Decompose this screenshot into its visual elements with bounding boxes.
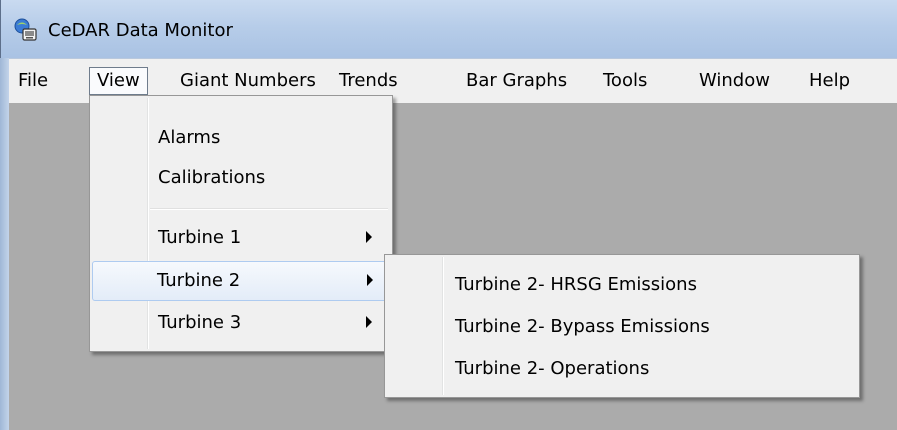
view-menu-item-alarms[interactable]: Alarms [92,118,390,158]
turbine-2-submenu: Turbine 2- HRSG Emissions Turbine 2- Byp… [384,254,860,398]
menu-file[interactable]: File [11,67,55,95]
view-menu-item-turbine-1[interactable]: Turbine 1 [92,218,390,258]
submenu-item-hrsg-emissions[interactable]: Turbine 2- HRSG Emissions [387,265,857,305]
menu-item-label: Turbine 2- Bypass Emissions [455,316,710,337]
menu-item-label: Turbine 2 [157,270,241,291]
menu-help[interactable]: Help [802,67,857,95]
view-menu-item-turbine-2[interactable]: Turbine 2 [92,261,390,301]
submenu-arrow-icon [367,274,373,286]
window-title: CeDAR Data Monitor [48,20,233,41]
menu-item-label: Turbine 2- HRSG Emissions [455,274,697,295]
view-menu-item-turbine-3[interactable]: Turbine 3 [92,303,390,343]
menu-item-label: Turbine 3 [158,312,242,333]
submenu-item-bypass-emissions[interactable]: Turbine 2- Bypass Emissions [387,307,857,347]
menu-view[interactable]: View [89,67,148,95]
cedar-app-icon [14,18,37,41]
menu-window[interactable]: Window [692,67,777,95]
menu-trends[interactable]: Trends [332,67,405,95]
view-menu-item-calibrations[interactable]: Calibrations [92,158,390,198]
app-window: CeDAR Data Monitor File View Giant Numbe… [0,0,897,430]
menu-tools[interactable]: Tools [596,67,654,95]
menu-item-label: Turbine 1 [158,227,242,248]
menu-bar-graphs[interactable]: Bar Graphs [459,67,574,95]
menu-item-label: Alarms [158,127,221,148]
title-bar[interactable]: CeDAR Data Monitor [0,0,897,58]
submenu-arrow-icon [366,231,372,243]
menu-separator [150,208,388,210]
submenu-arrow-icon [366,316,372,328]
menu-item-label: Turbine 2- Operations [455,358,650,379]
window-frame-left [0,58,9,430]
menu-item-label: Calibrations [158,167,266,188]
menu-giant-numbers[interactable]: Giant Numbers [173,67,323,95]
view-menu-dropdown: Alarms Calibrations Turbine 1 Turbine 2 … [89,95,393,352]
submenu-item-operations[interactable]: Turbine 2- Operations [387,349,857,389]
